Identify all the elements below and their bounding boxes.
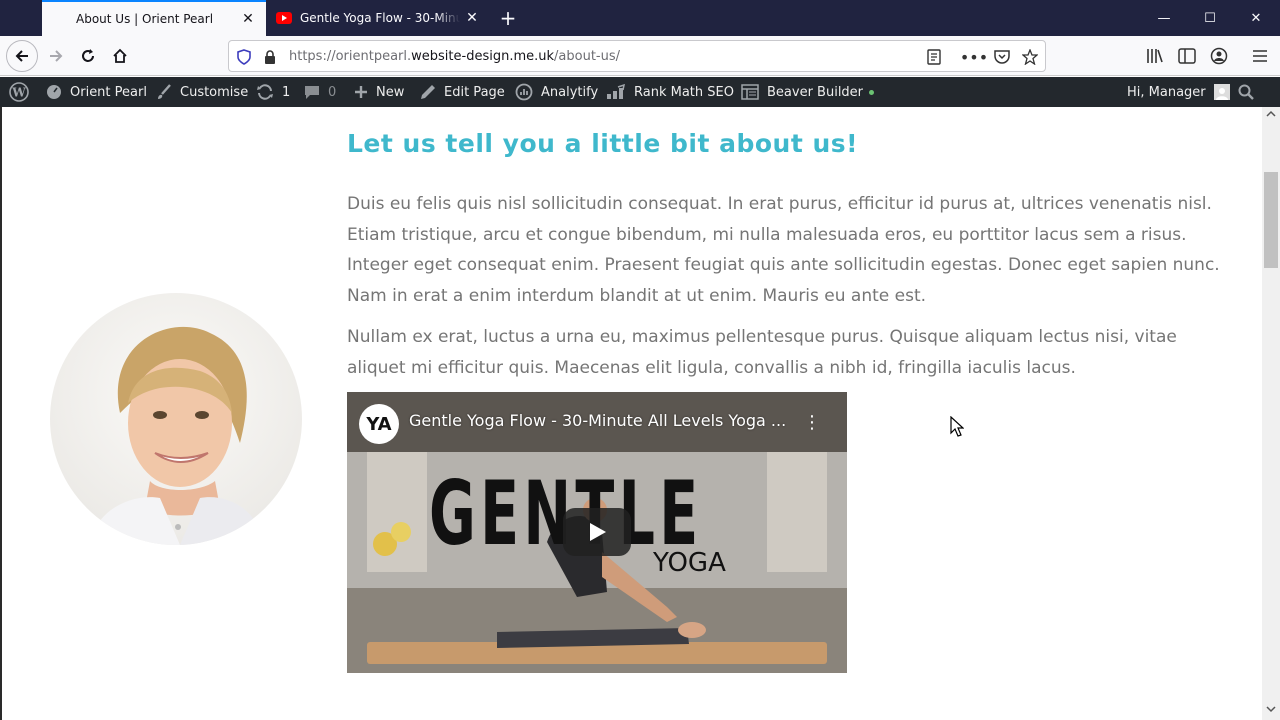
play-button[interactable] bbox=[563, 508, 631, 556]
paintbrush-icon bbox=[156, 84, 172, 100]
tab-youtube[interactable]: Gentle Yoga Flow - 30-Minute All Levels … bbox=[266, 0, 490, 36]
maximize-icon[interactable]: ☐ bbox=[1187, 0, 1233, 36]
menu-icon[interactable] bbox=[1250, 46, 1270, 66]
nav-bar: https://orientpearl.website-design.me.uk… bbox=[0, 36, 1280, 76]
paragraph-1: Duis eu felis quis nisl sollicitudin con… bbox=[347, 194, 1220, 306]
tab-title: Gentle Yoga Flow - 30-Minute All Levels bbox=[300, 11, 460, 25]
page-icon bbox=[52, 11, 68, 27]
channel-avatar[interactable]: YA bbox=[359, 404, 399, 444]
updates-count: 1 bbox=[282, 84, 291, 100]
scrollbar-thumb[interactable] bbox=[1264, 172, 1278, 268]
url-text: https://orientpearl.website-design.me.uk… bbox=[289, 48, 621, 64]
account-icon[interactable] bbox=[1209, 46, 1229, 66]
svg-text:W: W bbox=[11, 86, 26, 100]
comments-count: 0 bbox=[328, 84, 337, 100]
analytify-label: Analytify bbox=[541, 84, 599, 100]
thumbnail-subtitle: YOGA bbox=[653, 548, 726, 578]
edit-page-label: Edit Page bbox=[444, 84, 505, 100]
new-label: New bbox=[376, 84, 405, 100]
tab-title: About Us | Orient Pearl bbox=[76, 12, 214, 26]
back-icon[interactable] bbox=[6, 40, 38, 72]
comment-icon bbox=[304, 84, 320, 100]
pencil-icon bbox=[420, 84, 436, 100]
updates-icon bbox=[256, 84, 274, 100]
greeting-label: Hi, Manager bbox=[1127, 84, 1206, 100]
profile-photo bbox=[50, 293, 302, 545]
wordpress-logo-icon[interactable]: W bbox=[9, 77, 29, 107]
shield-icon[interactable] bbox=[235, 48, 253, 66]
rank-math-icon bbox=[606, 84, 626, 100]
dashboard-icon bbox=[46, 84, 62, 100]
analytify-link[interactable]: Analytify bbox=[515, 77, 598, 107]
video-title[interactable]: Gentle Yoga Flow - 30-Minute All Levels … bbox=[409, 411, 786, 430]
page-heading: Let us tell you a little bit about us! bbox=[347, 129, 859, 158]
rank-math-label: Rank Math SEO bbox=[634, 84, 734, 100]
reload-icon[interactable] bbox=[72, 40, 104, 72]
forward-icon[interactable] bbox=[40, 40, 72, 72]
updates-link[interactable]: 1 bbox=[256, 77, 290, 107]
beaver-builder-icon bbox=[741, 84, 759, 100]
plus-icon bbox=[354, 85, 368, 99]
beaver-builder-label: Beaver Builder bbox=[767, 84, 864, 100]
site-name-link[interactable]: Orient Pearl bbox=[46, 77, 147, 107]
close-icon[interactable]: ✕ bbox=[460, 6, 484, 30]
window-close-icon[interactable]: ✕ bbox=[1233, 0, 1279, 36]
reader-view-icon[interactable] bbox=[925, 48, 943, 66]
mouse-cursor-icon bbox=[950, 416, 964, 437]
more-actions-icon[interactable]: ••• bbox=[960, 48, 988, 67]
more-vert-icon[interactable]: ⋮ bbox=[803, 412, 821, 433]
customise-link[interactable]: Customise bbox=[156, 77, 248, 107]
lock-icon[interactable] bbox=[261, 48, 279, 66]
minimize-icon[interactable]: — bbox=[1141, 0, 1187, 36]
rank-math-link[interactable]: Rank Math SEO bbox=[606, 77, 734, 107]
beaver-builder-link[interactable]: Beaver Builder bbox=[741, 77, 875, 107]
analytify-icon bbox=[515, 83, 533, 101]
youtube-video-embed[interactable]: GENTLE YOGA YA Gentle Yoga Flow - 30-Min… bbox=[347, 392, 847, 673]
customise-label: Customise bbox=[180, 84, 249, 100]
pocket-icon[interactable] bbox=[993, 48, 1011, 66]
search-icon[interactable] bbox=[1238, 77, 1254, 107]
play-icon bbox=[590, 523, 606, 541]
tab-about-us[interactable]: About Us | Orient Pearl ✕ bbox=[42, 0, 266, 36]
avatar bbox=[1213, 84, 1230, 100]
new-content-link[interactable]: New bbox=[354, 77, 404, 107]
home-icon[interactable] bbox=[104, 40, 136, 72]
bookmark-star-icon[interactable] bbox=[1021, 48, 1039, 66]
status-dot bbox=[869, 89, 875, 95]
my-account-link[interactable]: Hi, Manager bbox=[1127, 77, 1230, 107]
wp-admin-bar: W Orient Pearl Customise 1 0 New Edit Pa… bbox=[0, 77, 1280, 107]
paragraph-2: Nullam ex erat, luctus a urna eu, maximu… bbox=[347, 327, 1177, 378]
youtube-icon bbox=[276, 10, 292, 26]
page-content: Let us tell you a little bit about us! D… bbox=[0, 107, 1262, 720]
close-icon[interactable]: ✕ bbox=[236, 7, 260, 31]
library-icon[interactable] bbox=[1145, 46, 1165, 66]
sidebar-icon[interactable] bbox=[1177, 46, 1197, 66]
edit-page-link[interactable]: Edit Page bbox=[420, 77, 505, 107]
new-tab-icon[interactable]: + bbox=[496, 6, 520, 30]
url-bar[interactable]: https://orientpearl.website-design.me.uk… bbox=[228, 40, 1046, 72]
tab-strip: About Us | Orient Pearl ✕ Gentle Yoga Fl… bbox=[0, 0, 1280, 36]
comments-link[interactable]: 0 bbox=[304, 77, 336, 107]
site-name-label: Orient Pearl bbox=[70, 84, 147, 100]
